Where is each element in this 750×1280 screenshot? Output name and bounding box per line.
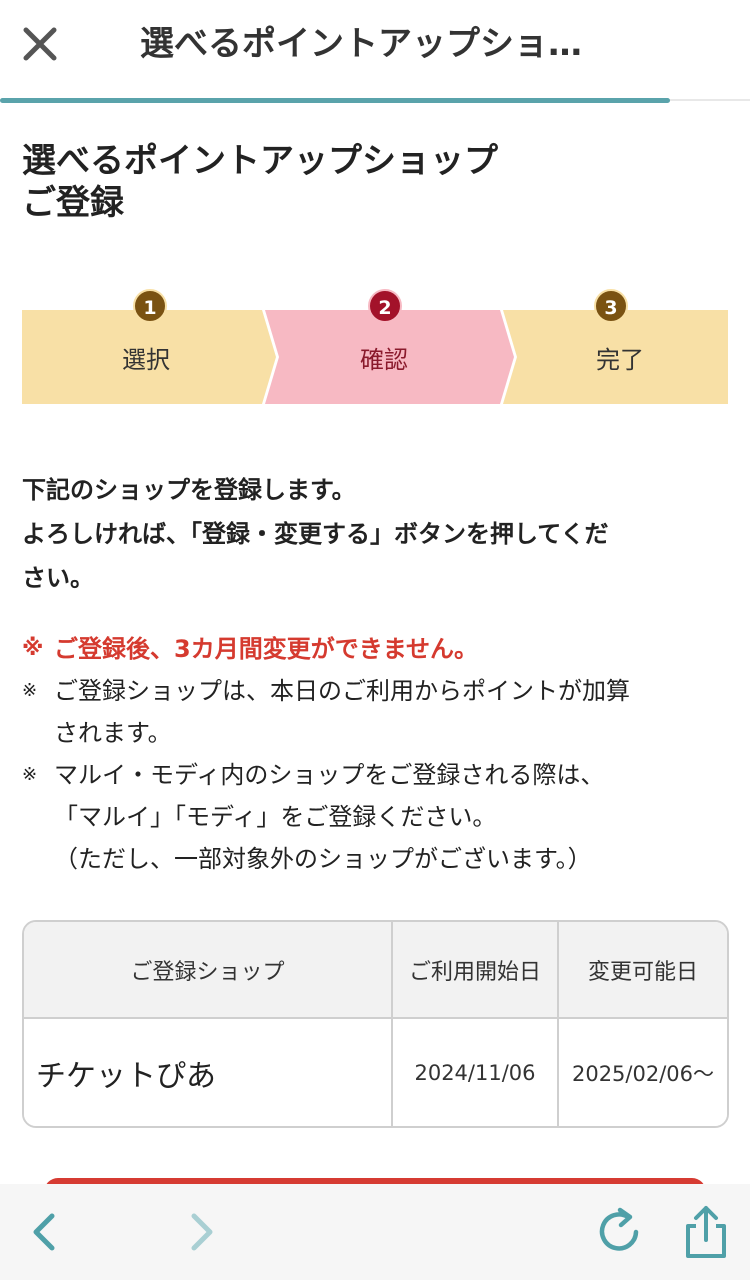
note-marui-line-3: （ただし、一部対象外のショップがございます。） xyxy=(54,845,592,873)
intro-text: 下記のショップを登録します。 よろしければ、「登録・変更する」ボタンを押してくだ… xyxy=(22,468,732,600)
note-points: ※ ご登録ショップは、本日のご利用からポイントが加算 されます。 xyxy=(22,670,732,754)
forward-icon xyxy=(191,1213,213,1251)
reload-button[interactable] xyxy=(590,1202,650,1262)
step-1-label: 選択 xyxy=(122,346,170,374)
browser-toolbar xyxy=(0,1184,750,1280)
notes-list: ※ ご登録後、3カ月間変更ができません。 ※ ご登録ショップは、本日のご利用から… xyxy=(22,628,732,880)
cell-change-date: 2025/02/06〜 xyxy=(557,1019,727,1126)
note-marui: ※ マルイ・モディ内のショップをご登録される際は、 「マルイ」「モディ」をご登録… xyxy=(22,754,732,880)
top-bar: 選べるポイントアップショ… xyxy=(0,0,750,103)
table-row: チケットぴあ 2024/11/06 2025/02/06〜 xyxy=(24,1019,727,1126)
intro-line-3: さい。 xyxy=(22,564,94,592)
page-title-line1: 選べるポイントアップショップ xyxy=(22,141,498,181)
page-load-progress xyxy=(0,98,670,103)
header-shop: ご登録ショップ xyxy=(130,959,285,985)
share-icon xyxy=(686,1206,726,1258)
note-points-line-1: ご登録ショップは、本日のご利用からポイントが加算 xyxy=(54,677,630,705)
step-2-label: 確認 xyxy=(360,346,408,374)
table-header-row: ご登録ショップ ご利用開始日 変更可能日 xyxy=(24,922,727,1019)
step-3-label: 完了 xyxy=(596,346,644,374)
intro-line-2: よろしければ、「登録・変更する」ボタンを押してくだ xyxy=(22,520,609,548)
note-marui-line-2: 「マルイ」「モディ」をご登録ください。 xyxy=(54,803,497,831)
warning-note: ※ ご登録後、3カ月間変更ができません。 xyxy=(22,628,732,670)
note-points-line-2: されます。 xyxy=(54,719,172,747)
back-icon xyxy=(33,1213,55,1251)
header-change-date: 変更可能日 xyxy=(557,922,727,1017)
share-button[interactable] xyxy=(676,1202,736,1262)
note-mark: ※ xyxy=(22,764,38,785)
step-3-badge: 3 xyxy=(594,289,628,323)
note-marui-line-1: マルイ・モディ内のショップをご登録される際は、 xyxy=(54,761,605,789)
intro-line-1: 下記のショップを登録します。 xyxy=(22,476,356,504)
cell-start-date: 2024/11/06 xyxy=(391,1019,557,1126)
note-mark: ※ xyxy=(22,680,38,701)
warning-text: ご登録後、3カ月間変更ができません。 xyxy=(54,635,478,663)
step-2-badge: 2 xyxy=(368,289,402,323)
step-1-badge: 1 xyxy=(133,289,167,323)
step-indicator: 1 選択 2 確認 3 完了 xyxy=(22,288,728,406)
reload-icon xyxy=(599,1207,639,1251)
close-button[interactable] xyxy=(18,22,62,66)
page-title: 選べるポイントアップショップ ご登録 xyxy=(22,140,722,224)
registered-shop-table: ご登録ショップ ご利用開始日 変更可能日 チケットぴあ 2024/11/06 2… xyxy=(22,920,729,1128)
header-start-date: ご利用開始日 xyxy=(391,922,557,1017)
header-title: 選べるポイントアップショ… xyxy=(140,24,582,64)
note-mark: ※ xyxy=(22,636,44,661)
close-icon xyxy=(23,27,57,61)
forward-button[interactable] xyxy=(172,1202,232,1262)
back-button[interactable] xyxy=(14,1202,74,1262)
page-title-line2: ご登録 xyxy=(22,183,124,223)
cell-shop-name: チケットぴあ xyxy=(36,1058,216,1094)
